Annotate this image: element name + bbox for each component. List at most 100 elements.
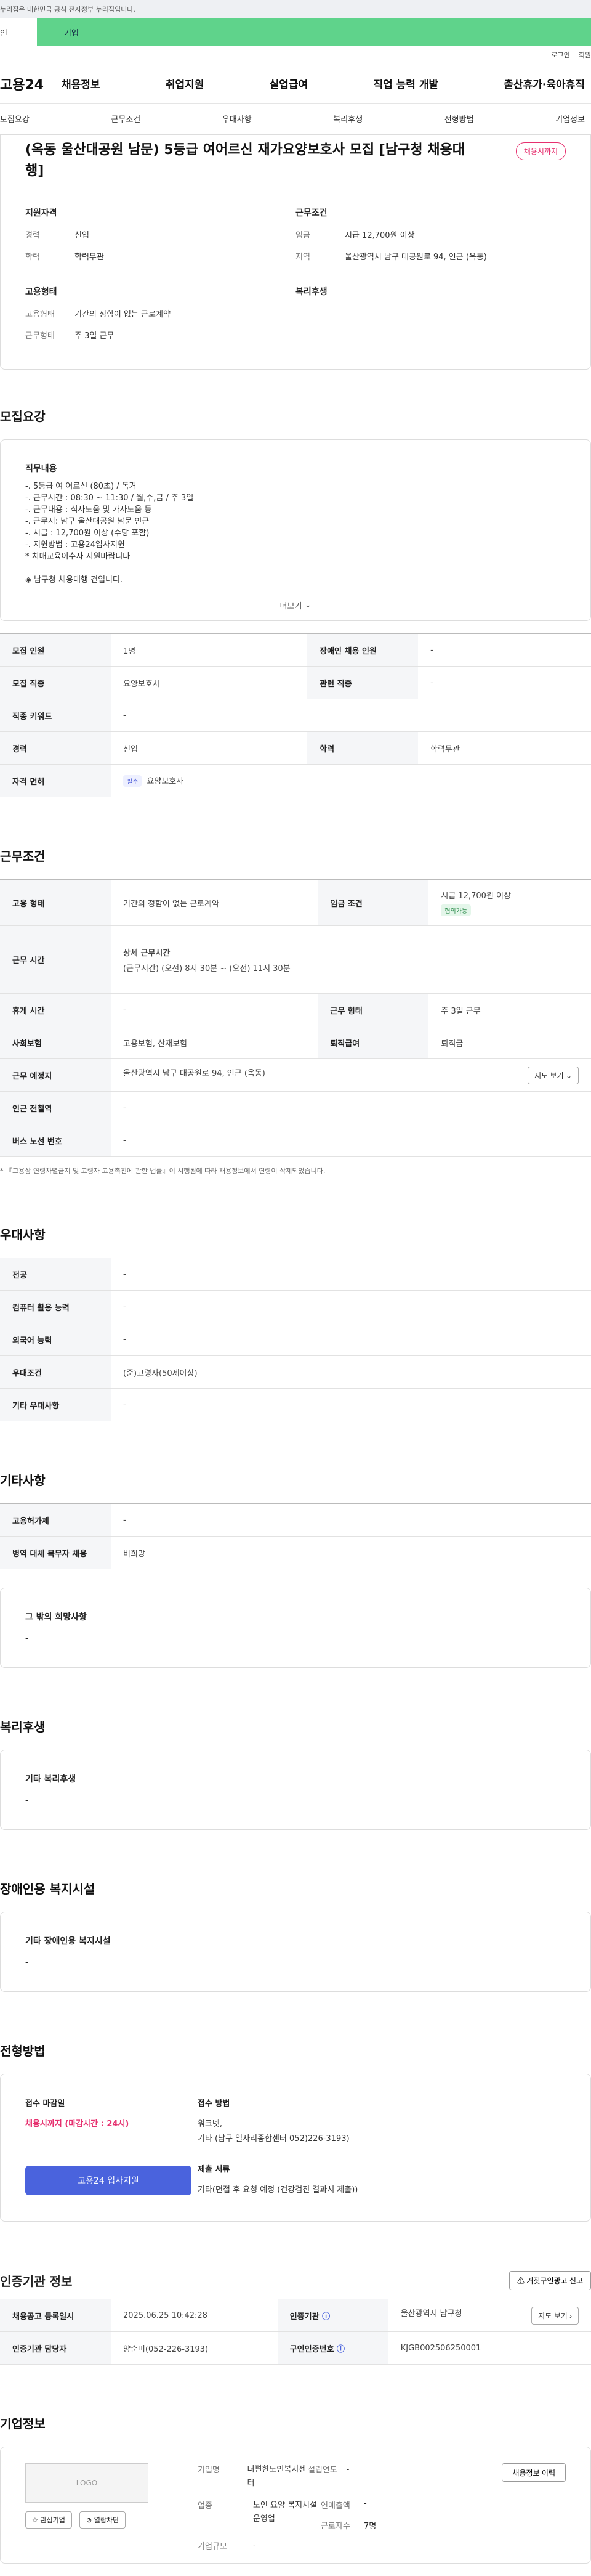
welfare-other-value: - — [25, 1796, 28, 1805]
cell-label: 경력 — [0, 731, 111, 765]
tab-work-conditions[interactable]: 근무조건 — [111, 113, 140, 124]
cell-value: - — [111, 1503, 591, 1537]
block-view-button[interactable]: ⊘ 열람차단 — [79, 2511, 126, 2529]
alert-icon: ⚠ — [517, 2277, 525, 2285]
apply-button[interactable]: 고용24 입사지원 — [25, 2166, 191, 2195]
cell-label: 근무 형태 — [318, 993, 429, 1026]
gnb-item-training[interactable]: 직업 능력 개발 — [373, 76, 438, 91]
docs-heading: 제출 서류 — [198, 2165, 230, 2174]
tab-welfare[interactable]: 복리후생 — [333, 113, 363, 124]
block-icon: ⊘ — [86, 2516, 92, 2524]
tab-preferences[interactable]: 우대사항 — [222, 113, 252, 124]
cell-label: 병역 대체 복무자 채용 — [0, 1536, 111, 1569]
gnb-menu: 채용정보 취업지원 실업급여 직업 능력 개발 출산휴가·육아휴직 — [62, 76, 591, 91]
info-icon[interactable]: ⓘ — [337, 2345, 345, 2354]
job-desc-line: -. 5등급 여 어르신 (80초) / 독거 — [25, 482, 137, 491]
more-button[interactable]: 더보기 ⌄ — [0, 590, 591, 621]
industry-label: 업종 — [198, 2501, 212, 2511]
agency-label: 인증기관 — [289, 2312, 320, 2322]
employees-value: 7명 — [364, 2522, 377, 2531]
deadline-badge: 채용시까지 — [515, 142, 566, 160]
agency-table: 채용공고 등록일시 2025.06.25 10:42:28 인증기관 ⓘ 울산광… — [0, 2299, 591, 2365]
cell-label: 임금 조건 — [318, 879, 429, 926]
required-badge: 필수 — [123, 775, 142, 787]
hours-subheading: 상세 근무시간 — [123, 948, 171, 958]
table-row: 병역 대체 복무자 채용 비희망 — [0, 1536, 591, 1569]
gnb-item-parental-leave[interactable]: 출산휴가·육아휴직 — [504, 76, 585, 91]
cell-value: 울산광역시 남구청 지도 보기 › — [388, 2299, 591, 2332]
disabled-box: 기타 장애인용 복지시설 - — [0, 1912, 591, 1992]
industry-value: 노인 요양 복지시설 운영업 — [253, 2501, 317, 2524]
table-row: 외국어 능력 - — [0, 1323, 591, 1356]
gnb-item-jobs[interactable]: 채용정보 — [62, 76, 100, 91]
table-row: 휴게 시간 - 근무 형태 주 3일 근무 — [0, 993, 591, 1026]
disabled-section-title: 장애인용 복지시설 — [0, 1882, 95, 1896]
table-row: 근무 시간 상세 근무시간 (근무시간) (오전) 8시 30분 ~ (오전) 1… — [0, 925, 591, 994]
cell-label: 인근 전철역 — [0, 1091, 111, 1124]
job-desc-line — [25, 563, 566, 574]
join-link[interactable]: 회원 — [579, 50, 591, 60]
cell-label: 근무 예정지 — [0, 1058, 111, 1092]
login-link[interactable]: 로그인 — [551, 50, 569, 60]
cell-label: 인증기관 담당자 — [0, 2331, 111, 2365]
welfare-other-heading: 기타 복리후생 — [25, 1774, 76, 1784]
tab-person[interactable]: 인 — [0, 18, 37, 46]
tab-company[interactable]: 기업정보 — [555, 113, 585, 124]
job-summary-card: (옥동 울산대공원 남문) 5등급 여어르신 재가요양보호사 모집 [남구청 채… — [0, 134, 591, 370]
table-row: 자격 면허 필수 요양보호사 — [0, 764, 591, 797]
cell-label: 휴게 시간 — [0, 993, 111, 1026]
gov-notice-bar: 누리집은 대한민국 공식 전자정부 누리집입니다. — [0, 0, 591, 18]
job-desc-line: -. 근무지: 남구 울산대공원 남문 인근 — [25, 517, 150, 526]
employees-label: 근로자수 — [321, 2522, 350, 2531]
table-row: 전공 - — [0, 1258, 591, 1291]
report-false-ad-button[interactable]: ⚠ 거짓구인광고 신고 — [509, 2271, 591, 2290]
cell-value: 요양보호사 — [111, 666, 308, 699]
wage-value: 시급 12,700원 이상 — [345, 231, 415, 240]
cell-label: 관련 직종 — [307, 666, 419, 699]
cell-label: 모집 직종 — [0, 666, 111, 699]
company-info-col: 기업명 더편한노인복지센터 설립연도 - 업종 노인 요양 복지시설 운영업 연매출액… — [198, 2463, 407, 2551]
qualification-heading: 지원자격 — [25, 208, 57, 218]
gnb-item-unemployment[interactable]: 실업급여 — [270, 76, 308, 91]
cell-label: 근무 시간 — [0, 925, 111, 994]
table-row: 직종 키워드 - — [0, 699, 591, 732]
cell-label: 채용공고 등록일시 — [0, 2299, 111, 2332]
size-label: 기업규모 — [198, 2542, 227, 2551]
cell-label: 퇴직급여 — [318, 1026, 429, 1059]
favorite-company-button[interactable]: ☆ 관심기업 — [25, 2511, 72, 2529]
cell-value: - — [418, 666, 591, 699]
agency-value: 울산광역시 남구청 — [400, 2309, 462, 2318]
agency-section-title: 인증기관 정보 — [0, 2274, 73, 2289]
utility-bar: 로그인 회원 — [0, 46, 591, 64]
method-line: 워크넷, — [198, 2119, 223, 2129]
cell-value: 학력무관 — [418, 731, 591, 765]
cell-value: 시급 12,700원 이상 협의가능 — [428, 879, 591, 926]
cell-label: 고용허가제 — [0, 1503, 111, 1537]
cell-label: 외국어 능력 — [0, 1323, 111, 1356]
apply-deadline-col: 접수 마감일 채용시까지 (마감시간 : 24시) 고용24 입사지원 — [25, 2097, 198, 2199]
tab-recruit[interactable]: 모집요강 — [0, 113, 30, 124]
other-wishes-box: 그 밖의 희망사항 - — [0, 1588, 591, 1668]
cell-label: 직종 키워드 — [0, 699, 111, 732]
welfare-section-title: 복리후생 — [0, 1720, 46, 1734]
table-row: 기타 우대사항 - — [0, 1388, 591, 1421]
gnb-item-employment-support[interactable]: 취업지원 — [166, 76, 204, 91]
disabled-other-heading: 기타 장애인용 복지시설 — [25, 1936, 111, 1946]
info-icon[interactable]: ⓘ — [322, 2312, 330, 2322]
wage-value: 시급 12,700원 이상 — [441, 892, 511, 901]
page-bottom-spacer — [0, 2564, 591, 2576]
map-view-button[interactable]: 지도 보기 ⌄ — [528, 1066, 579, 1084]
site-logo[interactable]: 고용24 — [0, 74, 62, 94]
tab-business[interactable]: 기업 — [37, 18, 591, 46]
cell-label: 우대조건 — [0, 1355, 111, 1389]
work-form-value: 주 3일 근무 — [74, 331, 115, 341]
company-section-title: 기업정보 — [0, 2416, 46, 2431]
employment-heading: 고용형태 — [25, 287, 57, 297]
tab-selection[interactable]: 전형방법 — [444, 113, 474, 124]
cell-value: - — [111, 1124, 591, 1157]
cell-value: - — [111, 1091, 591, 1124]
table-row: 모집 인원 1명 장애인 채용 인원 - — [0, 633, 591, 667]
prefer-table: 전공 - 컴퓨터 활용 능력 - 외국어 능력 - 우대조건 (준)고령자(50세이상)… — [0, 1258, 591, 1421]
recruit-history-button[interactable]: 채용정보 이력 — [502, 2463, 566, 2482]
agency-detail-button[interactable]: 지도 보기 › — [531, 2306, 579, 2325]
